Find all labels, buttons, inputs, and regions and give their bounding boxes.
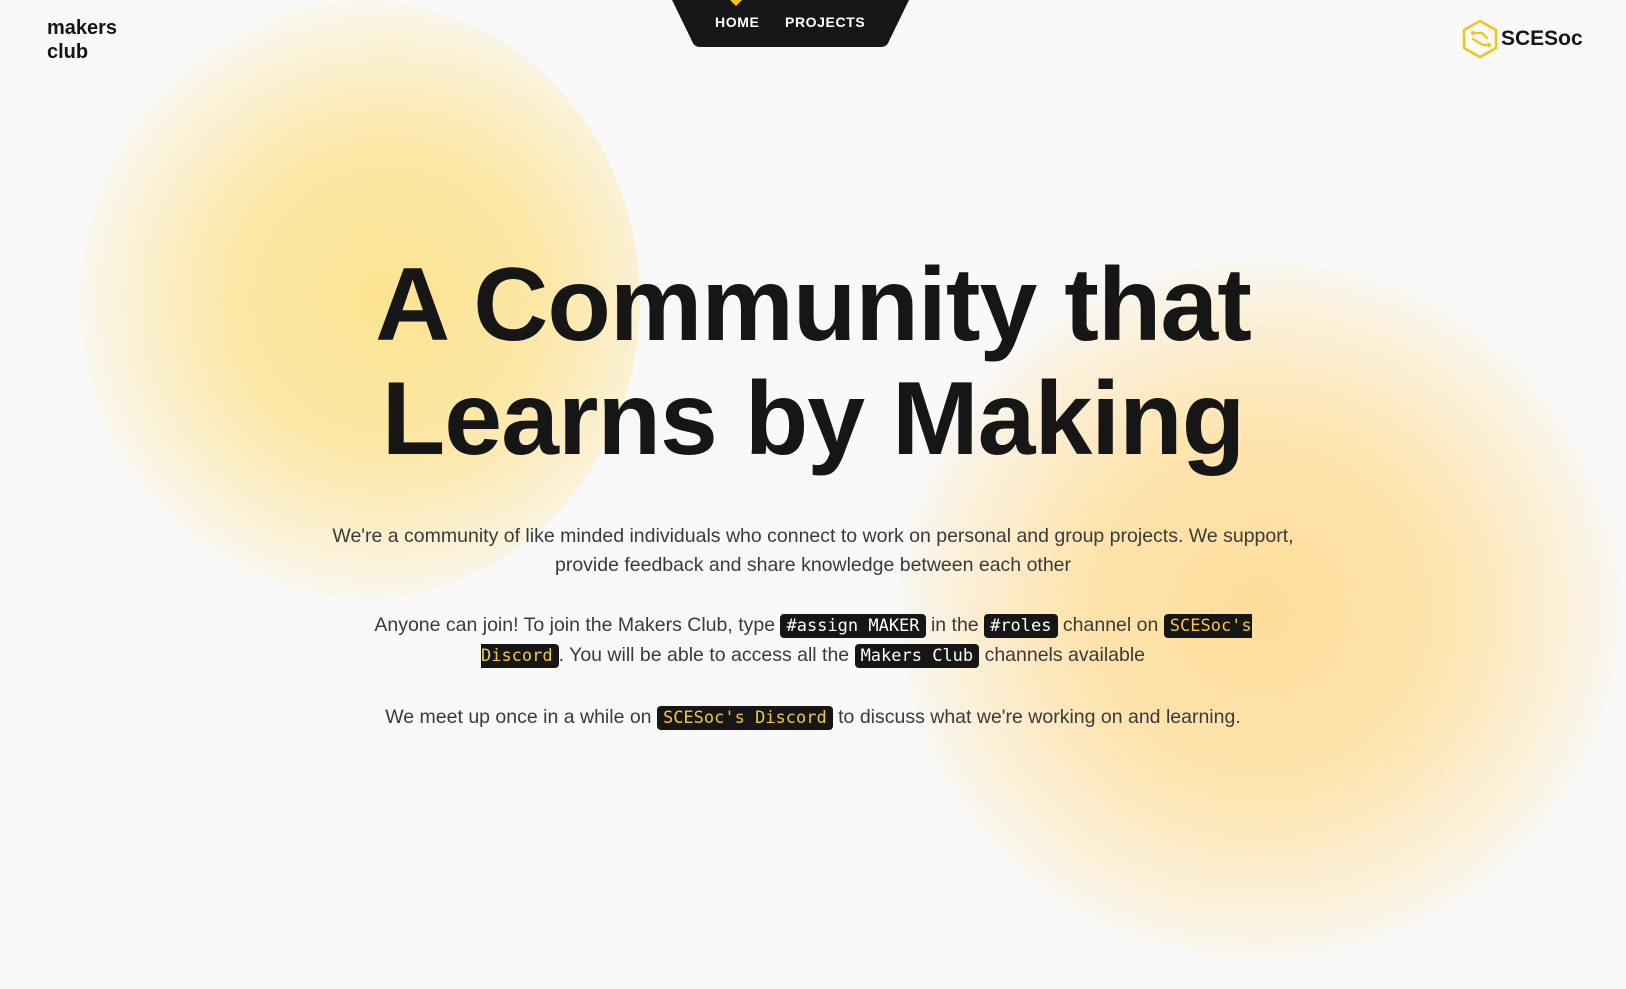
roles-channel: #roles — [984, 614, 1058, 638]
hero-title-line-1: A Community that — [375, 247, 1252, 363]
hexagon-circuit-icon — [1462, 19, 1498, 59]
join-text-1: Anyone can join! To join the Makers Club… — [374, 614, 781, 636]
hero-title-line-2: Learns by Making — [381, 361, 1245, 477]
join-text-3: channel on — [1057, 614, 1164, 636]
makers-club-channel: Makers Club — [854, 644, 980, 668]
join-text-5: channels available — [979, 644, 1146, 666]
meetup-discord-link[interactable]: SCESoc's Discord — [656, 706, 833, 730]
nav-home-link[interactable]: HOME — [715, 14, 759, 30]
meetup-text-2: to discuss what we're working on and lea… — [832, 706, 1241, 728]
scesoc-logo-text: SCESoc — [1501, 27, 1583, 50]
meetup-text-1: We meet up once in a while on — [385, 706, 657, 728]
nav-projects-link[interactable]: PROJECTS — [785, 14, 865, 30]
hero-title: A Community that Learns by Making — [0, 248, 1626, 476]
join-text-4: . You will be able to access all the — [558, 644, 855, 666]
brand-line-1: makers — [47, 17, 118, 39]
intro-paragraph: We're a community of like minded individ… — [332, 525, 1294, 576]
scesoc-logo[interactable]: SCESoc — [1461, 19, 1583, 59]
join-text-2: in the — [925, 614, 985, 636]
brand-line-2: club — [47, 41, 89, 63]
join-paragraph: Anyone can join! To join the Makers Club… — [330, 611, 1296, 671]
brand-logo[interactable]: makers club — [47, 16, 137, 64]
meetup-paragraph: We meet up once in a while on SCESoc's D… — [330, 703, 1296, 733]
assign-maker-command: #assign MAKER — [780, 614, 926, 638]
